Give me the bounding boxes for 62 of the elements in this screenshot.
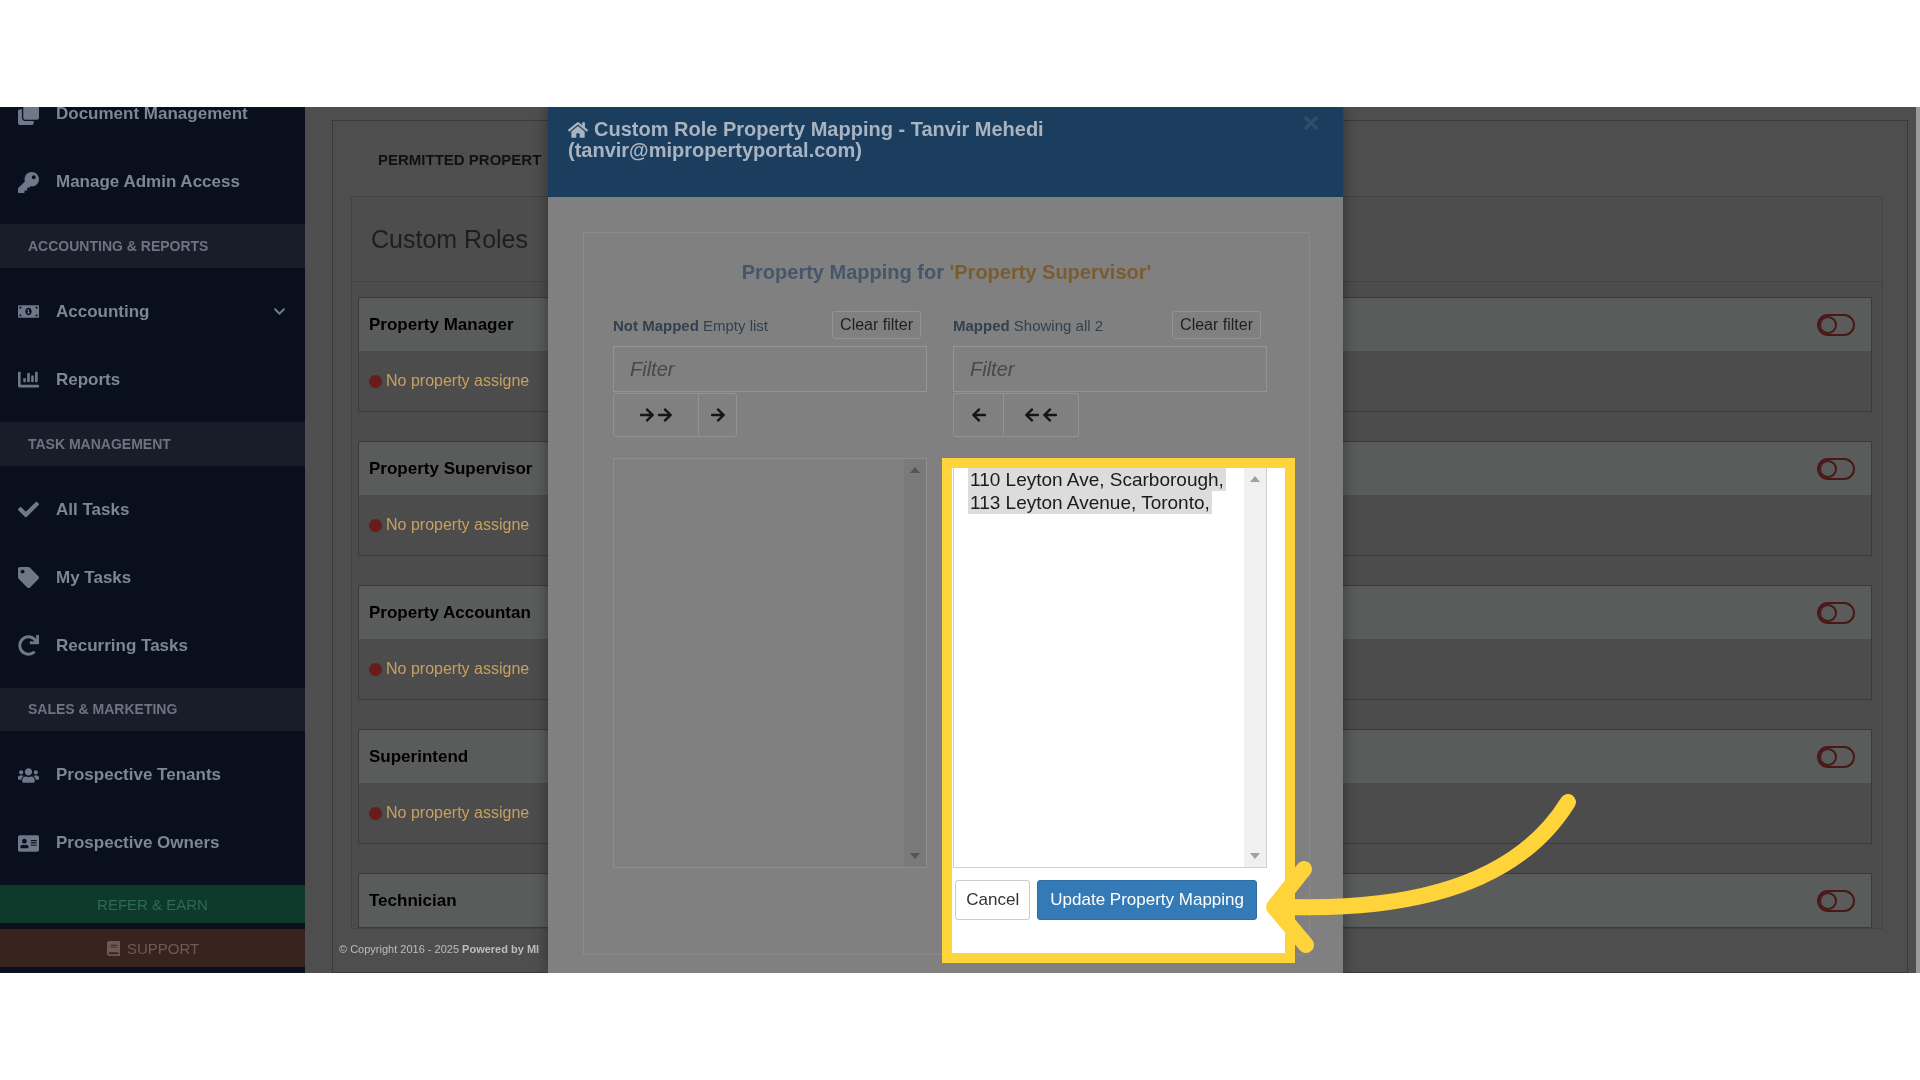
filter-field[interactable]: Filter <box>613 346 927 392</box>
double-arrow-right-icon <box>639 407 673 423</box>
list-option[interactable]: 110 Leyton Ave, Scarborough, <box>968 468 1226 491</box>
clear-filter-button[interactable]: Clear filter <box>1172 311 1261 339</box>
status-text: No property assigne <box>386 516 530 534</box>
copyright-text: © Copyright 2016 - 2025 Powered by MI <box>339 943 540 955</box>
tag-icon <box>18 567 42 589</box>
status-dot <box>369 806 382 820</box>
status-text: No property assigne <box>386 804 530 822</box>
scrollbar[interactable] <box>1244 468 1266 867</box>
status-text: No property assigne <box>386 372 530 390</box>
sidebar-item[interactable]: My Tasks <box>0 543 305 612</box>
filter-field[interactable]: Filter <box>953 346 1267 392</box>
role-name: Technician <box>369 890 457 911</box>
arrow-left-icon <box>970 407 987 423</box>
status-dot <box>369 662 382 676</box>
clear-filter-button[interactable]: Clear filter <box>832 311 921 339</box>
sidebar-item[interactable]: Reports <box>0 345 305 414</box>
sidebar-item[interactable]: Recurring Tasks <box>0 611 305 680</box>
status-text: No property assigne <box>386 660 530 678</box>
toggle-switch[interactable] <box>1817 889 1855 912</box>
move-button[interactable] <box>613 393 699 437</box>
book-icon <box>105 940 121 956</box>
copy-icon <box>18 107 42 125</box>
sidebar-item[interactable]: Accounting <box>0 277 305 346</box>
list-label: Not Mapped Empty list <box>613 316 768 334</box>
sidebar-section-header: SALES & MARKETING <box>0 687 305 732</box>
toggle-switch[interactable] <box>1817 313 1855 336</box>
role-name: Property Manager <box>369 314 514 335</box>
sidebar-item[interactable]: All Tasks <box>0 475 305 544</box>
move-button[interactable] <box>953 393 1004 437</box>
refresh-icon <box>18 635 42 657</box>
toggle-switch[interactable] <box>1817 601 1855 624</box>
scrollbar[interactable] <box>904 459 926 867</box>
role-name: Property Accountan <box>369 602 531 623</box>
list-option[interactable]: 113 Leyton Avenue, Toronto, <box>968 491 1212 514</box>
id-card-icon <box>18 832 42 854</box>
sidebar-section-header: ACCOUNTING & REPORTS <box>0 224 305 268</box>
arrow-right-icon <box>709 407 726 423</box>
role-name: Superintend <box>369 746 469 767</box>
toggle-switch[interactable] <box>1817 745 1855 768</box>
cancel-button[interactable]: Cancel <box>955 880 1031 920</box>
section-title: PERMITTED PROPERT <box>378 151 542 168</box>
sidebar-item[interactable]: Prospective Tenants <box>0 741 305 810</box>
toggle-switch[interactable] <box>1817 457 1855 480</box>
dialog-subtitle: (tanvir@mipropertyportal.com) <box>568 140 862 161</box>
dialog-title: Custom Role Property Mapping - Tanvir Mehedi <box>568 119 1044 140</box>
sidebar-section-header: TASK MANAGEMENT <box>0 421 305 466</box>
role-name: Property Supervisor <box>369 458 533 479</box>
status-dot <box>369 518 382 532</box>
sidebar-item[interactable]: Manage Admin Access <box>0 148 305 216</box>
move-button[interactable] <box>699 393 737 437</box>
list-label: Mapped Showing all 2 <box>953 316 1104 334</box>
key-icon <box>18 171 42 193</box>
update-mapping-button[interactable]: Update Property Mapping <box>1037 880 1257 920</box>
double-arrow-left-icon <box>1024 407 1058 423</box>
home-icon <box>568 119 588 140</box>
status-dot <box>369 374 382 388</box>
mapping-heading: Property Mapping for 'Property Supervisor' <box>740 261 1153 284</box>
move-button[interactable] <box>1004 393 1079 437</box>
sidebar-item[interactable]: Prospective Owners <box>0 809 305 878</box>
sidebar-item[interactable]: Document Management <box>0 107 305 148</box>
